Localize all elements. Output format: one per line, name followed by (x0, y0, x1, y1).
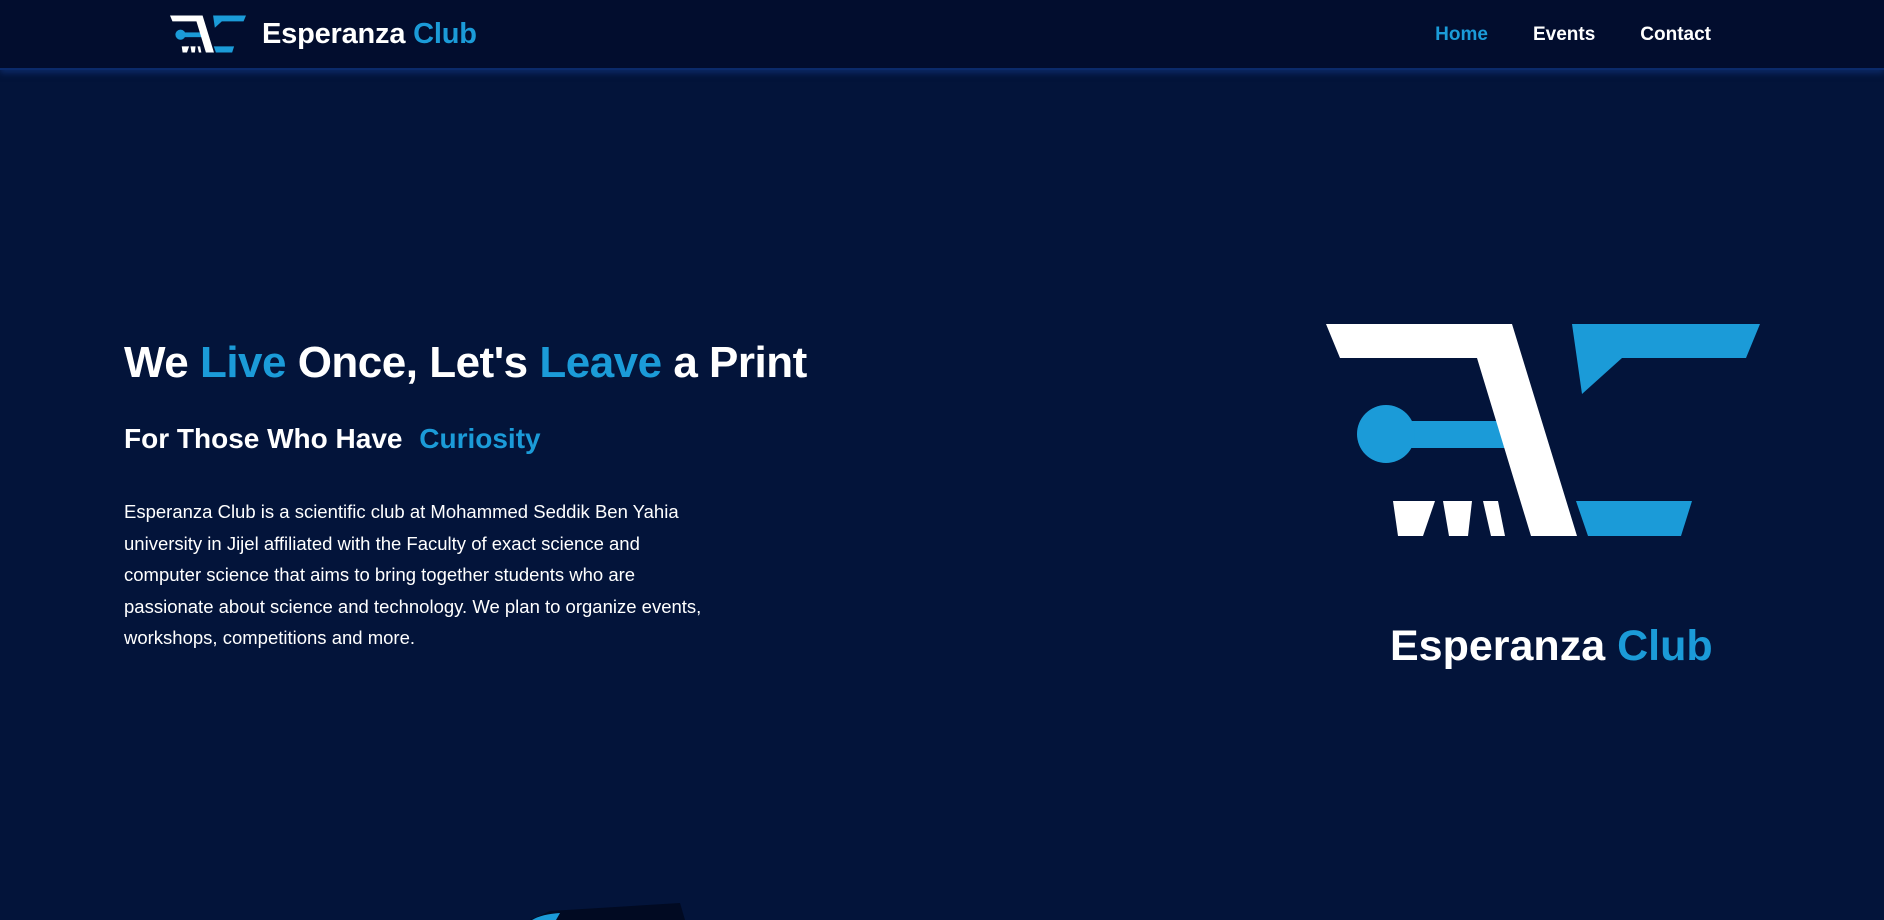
hero-subtitle-accent: Curiosity (419, 423, 541, 454)
showcase-brand-wordmark: Esperanza Club (1390, 622, 1713, 671)
bottom-decoration-shape (530, 903, 685, 920)
hero-title-part-2: Once, Let's (285, 338, 540, 387)
hero-subtitle: For Those Who Have Curiosity (124, 423, 541, 455)
nav-link-home[interactable]: Home (1435, 24, 1488, 46)
nav-links: Home Events Contact (1435, 24, 1711, 46)
brand-accent: Club (413, 17, 477, 50)
esperanza-club-logo-icon (170, 15, 246, 53)
showcase-brand-accent: Club (1617, 622, 1713, 670)
hero-title-accent-live: Live (199, 338, 287, 387)
hero-description: Esperanza Club is a scientific club at M… (124, 501, 702, 649)
brand-name: Esperanza (262, 17, 406, 50)
nav-link-contact[interactable]: Contact (1640, 24, 1711, 46)
hero-title-part-1: We (124, 338, 200, 387)
esperanza-club-large-logo-icon (1326, 324, 1760, 536)
hero-title: We Live Once, Let's Leave a Print (124, 338, 807, 388)
brand-wordmark: Esperanza Club (262, 18, 477, 51)
top-navbar: Esperanza Club Home Events Contact (0, 0, 1884, 70)
nav-link-events[interactable]: Events (1533, 24, 1595, 46)
showcase-brand-name: Esperanza (1390, 622, 1606, 670)
hero-title-part-3: a Print (661, 338, 807, 387)
hero-title-accent-leave: Leave (539, 338, 662, 387)
hero-subtitle-text: For Those Who Have (124, 423, 403, 454)
brand-home-link[interactable]: Esperanza Club (170, 14, 477, 54)
